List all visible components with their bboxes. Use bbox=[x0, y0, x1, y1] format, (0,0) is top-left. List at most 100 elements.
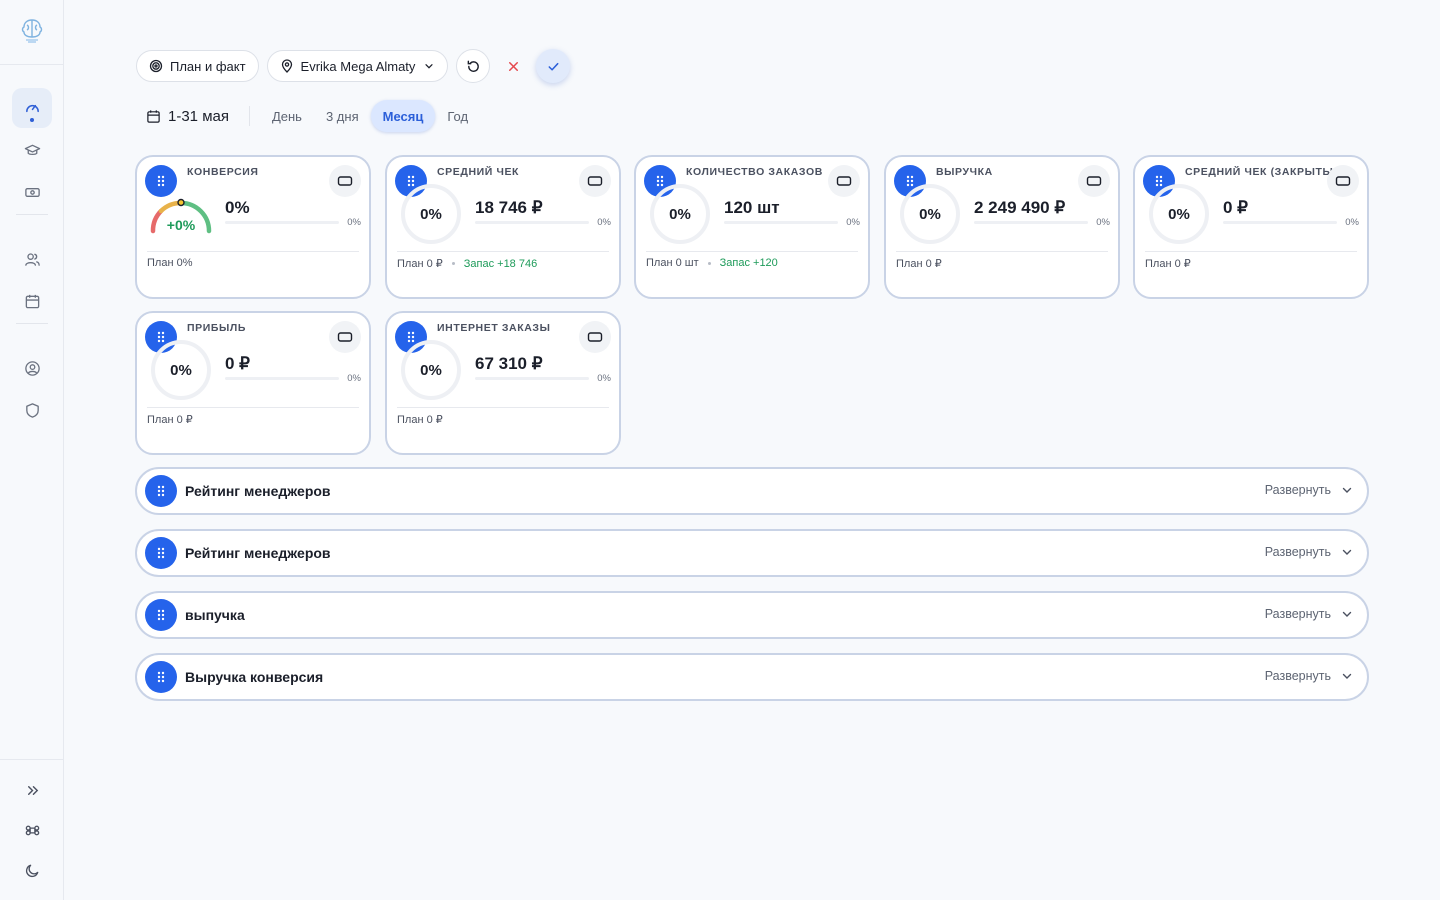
card-toggle-button[interactable] bbox=[1327, 165, 1359, 197]
plan-fact-button[interactable]: План и факт bbox=[136, 50, 259, 82]
plan-text: План 0 ₽ bbox=[397, 258, 443, 270]
plan-text: План 0 ₽ bbox=[397, 414, 443, 426]
sidebar-item-education[interactable] bbox=[12, 130, 52, 170]
progress-bar bbox=[225, 377, 339, 380]
reserve-text: Запас +120 bbox=[719, 257, 778, 269]
sidebar-divider bbox=[16, 214, 48, 215]
card-footer: План 0 ₽ Запас +18 746 bbox=[397, 257, 538, 271]
plan-text: План 0 шт bbox=[646, 257, 699, 269]
card-toggle-button[interactable] bbox=[1078, 165, 1110, 197]
expand-label: Развернуть bbox=[1264, 483, 1331, 497]
kpi-card-online-orders: ИНТЕРНЕТ ЗАКАЗЫ 0% 67 310 ₽ 0% План 0 ₽ bbox=[385, 311, 621, 455]
sidebar-item-profile[interactable] bbox=[12, 348, 52, 388]
location-select[interactable]: Evrika Mega Almaty bbox=[266, 50, 449, 82]
rectangle-icon bbox=[836, 176, 852, 186]
card-value: 0 ₽ bbox=[1223, 198, 1248, 217]
sidebar-command-button[interactable] bbox=[12, 810, 52, 850]
chevron-down-icon bbox=[1342, 549, 1352, 555]
card-divider bbox=[896, 251, 1108, 252]
grip-dots-icon bbox=[157, 609, 165, 621]
reserve-text: Запас +18 746 bbox=[463, 257, 538, 270]
kpi-card-profit: ПРИБЫЛЬ 0% 0 ₽ 0% План 0 ₽ bbox=[135, 311, 371, 455]
sidebar-theme-toggle[interactable] bbox=[12, 850, 52, 890]
brain-logo-icon[interactable] bbox=[18, 16, 46, 44]
expand-button[interactable]: Развернуть bbox=[1265, 669, 1353, 683]
progress-percent: 0% bbox=[597, 217, 611, 228]
card-value: 2 249 490 ₽ bbox=[974, 198, 1066, 217]
kpi-card-conversion: КОНВЕРСИЯ +0% 0% 0% План 0% bbox=[135, 155, 371, 299]
card-footer: План 0 ₽ bbox=[147, 413, 193, 426]
calendar-icon bbox=[25, 294, 39, 308]
progress-percent: 0% bbox=[597, 373, 611, 384]
apply-button[interactable] bbox=[536, 49, 571, 83]
plan-fact-label: План и факт bbox=[170, 58, 246, 74]
date-range-picker[interactable]: 1-31 мая bbox=[136, 108, 239, 125]
kpi-card-revenue: ВЫРУЧКА 0% 2 249 490 ₽ 0% План 0 ₽ bbox=[884, 155, 1120, 299]
sidebar-item-finance[interactable] bbox=[12, 172, 52, 212]
plan-text: План 0 ₽ bbox=[147, 414, 193, 426]
shield-icon bbox=[25, 402, 39, 418]
bullet-separator bbox=[451, 262, 455, 265]
chevron-down-icon bbox=[1342, 673, 1352, 679]
card-title: СРЕДНИЙ ЧЕК (ЗАКРЫТЫЕ bbox=[1185, 166, 1335, 178]
calendar-icon bbox=[147, 109, 160, 123]
progress-percent: 0% bbox=[846, 217, 860, 228]
tab-day[interactable]: День bbox=[260, 100, 314, 132]
drag-handle[interactable] bbox=[145, 475, 177, 507]
section-title: Рейтинг менеджеров bbox=[185, 545, 331, 561]
sidebar-item-security[interactable] bbox=[12, 390, 52, 430]
progress-bar bbox=[1223, 221, 1337, 224]
sidebar-item-users[interactable] bbox=[12, 239, 52, 279]
card-footer: План 0 ₽ bbox=[896, 257, 942, 270]
drag-handle[interactable] bbox=[145, 661, 177, 693]
progress-bar bbox=[724, 221, 838, 224]
drag-handle[interactable] bbox=[145, 537, 177, 569]
tab-month[interactable]: Месяц bbox=[370, 100, 436, 132]
section-revenue: выпучка Развернуть bbox=[135, 591, 1369, 639]
ring-label: 0% bbox=[919, 205, 941, 223]
progress-percent: 0% bbox=[1096, 217, 1110, 228]
gauge-label: +0% bbox=[166, 217, 196, 233]
grip-dots-icon bbox=[157, 671, 165, 683]
command-key-icon bbox=[25, 825, 39, 835]
tab-year[interactable]: Год bbox=[435, 100, 480, 132]
cancel-button[interactable] bbox=[496, 49, 530, 83]
chevron-down-icon bbox=[1342, 611, 1352, 617]
rectangle-icon bbox=[587, 176, 603, 186]
card-toggle-button[interactable] bbox=[579, 321, 611, 353]
ring-label: 0% bbox=[420, 205, 442, 223]
card-title: СРЕДНИЙ ЧЕК bbox=[437, 166, 520, 178]
drag-handle[interactable] bbox=[145, 599, 177, 631]
plan-text: План 0 ₽ bbox=[1145, 258, 1191, 270]
card-value: 18 746 ₽ bbox=[475, 198, 543, 217]
plan-text: План 0% bbox=[147, 257, 193, 269]
card-toggle-button[interactable] bbox=[329, 165, 361, 197]
reset-button[interactable] bbox=[456, 49, 491, 83]
banknote-icon bbox=[24, 187, 40, 197]
card-value: 0 ₽ bbox=[225, 354, 250, 373]
sidebar-expand-button[interactable] bbox=[12, 770, 52, 810]
period-divider bbox=[248, 106, 250, 126]
progress-bar bbox=[475, 221, 589, 224]
card-title: ИНТЕРНЕТ ЗАКАЗЫ bbox=[437, 322, 551, 334]
card-toggle-button[interactable] bbox=[579, 165, 611, 197]
card-divider bbox=[397, 407, 609, 408]
card-toggle-button[interactable] bbox=[329, 321, 361, 353]
users-icon bbox=[24, 252, 40, 266]
active-indicator bbox=[30, 118, 34, 122]
sidebar-item-calendar[interactable] bbox=[12, 281, 52, 321]
section-managers-rating: Рейтинг менеджеров Развернуть bbox=[135, 467, 1369, 515]
rectangle-icon bbox=[1335, 176, 1351, 186]
date-range-label: 1-31 мая bbox=[168, 107, 229, 125]
expand-button[interactable]: Развернуть bbox=[1265, 545, 1353, 559]
sidebar-item-dashboard[interactable] bbox=[12, 88, 52, 128]
expand-button[interactable]: Развернуть bbox=[1265, 483, 1353, 497]
expand-button[interactable]: Развернуть bbox=[1265, 607, 1353, 621]
grip-dots-icon bbox=[157, 485, 165, 497]
tab-3-days[interactable]: 3 дня bbox=[314, 100, 371, 132]
card-value: 0% bbox=[225, 198, 250, 217]
card-toggle-button[interactable] bbox=[828, 165, 860, 197]
ring-label: 0% bbox=[1168, 205, 1190, 223]
rectangle-icon bbox=[1086, 176, 1102, 186]
map-pin-icon bbox=[281, 59, 292, 73]
